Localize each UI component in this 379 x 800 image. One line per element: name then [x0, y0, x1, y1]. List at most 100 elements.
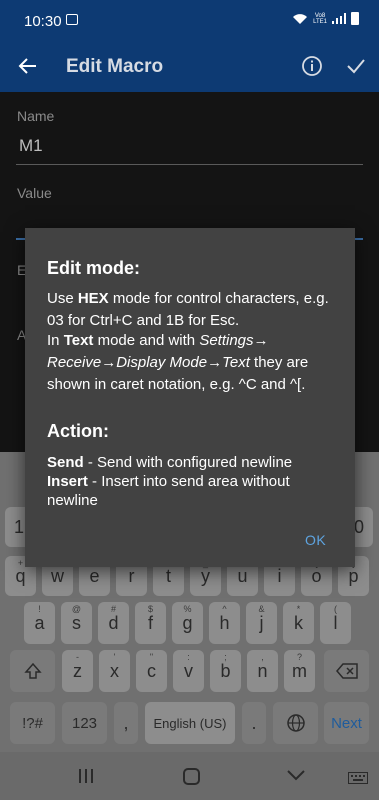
key-b-hint: ;: [224, 652, 227, 662]
key-h[interactable]: ^ h: [209, 602, 240, 644]
ok-button[interactable]: OK: [305, 532, 326, 548]
key-k-label: k: [294, 612, 303, 633]
key-b-label: b: [220, 660, 231, 681]
key-n-label: n: [257, 660, 268, 681]
name-label: Name: [17, 108, 55, 124]
key-f-label: f: [147, 612, 153, 633]
key-s-hint: @: [71, 604, 82, 614]
key-c-hint: ": [149, 652, 154, 662]
key-1-label: 1: [13, 516, 24, 537]
key-w-label: w: [51, 565, 64, 586]
edit-mode-heading: Edit mode:: [47, 258, 140, 278]
key-l-label: l: [333, 612, 338, 633]
recent-apps-icon[interactable]: [78, 768, 94, 784]
backspace-key[interactable]: [324, 650, 369, 692]
key-s[interactable]: @ s: [61, 602, 92, 644]
shift-icon: [23, 662, 42, 679]
home-icon[interactable]: [183, 768, 200, 785]
key-y-label: y: [201, 565, 210, 586]
key-b[interactable]: ; b: [210, 650, 241, 692]
key-u-label: u: [237, 565, 248, 586]
key-x-label: x: [110, 660, 119, 681]
key-r-label: r: [128, 565, 135, 586]
key-v[interactable]: :v: [173, 650, 204, 692]
key-d[interactable]: # d: [98, 602, 129, 644]
key-a-hint: !: [38, 604, 41, 614]
status-bar: 10:30 Vo8 LTE1: [0, 0, 379, 40]
key-k-hint: *: [296, 604, 301, 614]
key-t-label: t: [165, 565, 171, 586]
key-z[interactable]: -z: [62, 650, 93, 692]
key-s-label: s: [72, 612, 81, 633]
nav-bar: [0, 752, 379, 800]
key-c-label: c: [147, 660, 156, 681]
wifi-icon: [293, 13, 308, 24]
key-i-label: i: [277, 565, 282, 586]
back-arrow-icon[interactable]: [16, 54, 40, 78]
backspace-icon: [335, 663, 358, 679]
info-icon[interactable]: [300, 54, 324, 78]
key-a[interactable]: ! a: [24, 602, 55, 644]
send-term: Send: [47, 454, 84, 471]
key-a-label: a: [34, 612, 45, 633]
key-p-label: p: [348, 565, 359, 586]
key-v-label: v: [184, 660, 193, 681]
send-description: Send - Send with configured newline: [47, 453, 339, 472]
help-dialog: Edit mode: Use HEX mode for control char…: [25, 228, 355, 567]
key-h-label: h: [219, 612, 230, 633]
key-j-hint: &: [258, 604, 265, 614]
key-v-hint: :: [187, 652, 190, 662]
key-n[interactable]: ,n: [247, 650, 278, 692]
key-g[interactable]: % g: [172, 602, 203, 644]
key-j[interactable]: & j: [246, 602, 277, 644]
name-underline: [16, 164, 363, 165]
insert-term: Insert: [47, 473, 88, 490]
key-0-label: 0: [353, 516, 364, 537]
key-h-hint: ^: [222, 604, 227, 614]
key-x[interactable]: ' x: [99, 650, 130, 692]
key-z-hint: -: [76, 652, 79, 662]
insert-description: Insert - Insert into send area without n…: [47, 472, 339, 510]
key-k[interactable]: * k: [283, 602, 314, 644]
nav-back-icon[interactable]: [287, 769, 305, 781]
key-f[interactable]: $ f: [135, 602, 166, 644]
keyboard-icon[interactable]: [348, 772, 368, 784]
battery-icon: [351, 12, 359, 25]
key-x-hint: ': [113, 652, 116, 662]
app-bar: Edit Macro: [0, 40, 379, 92]
key-d-hint: #: [110, 604, 116, 614]
edit-mode-text-1: Use HEX mode for control characters, e.g…: [47, 288, 339, 332]
key-z-label: z: [73, 660, 82, 681]
key-m[interactable]: ? m: [284, 650, 315, 692]
check-icon[interactable]: [344, 54, 368, 78]
gallery-notification-icon: [66, 14, 78, 25]
send-desc: - Send with configured newline: [83, 454, 293, 471]
key-d-label: d: [108, 612, 119, 633]
key-c[interactable]: " c: [136, 650, 167, 692]
edit-p2-b: mode and with: [93, 332, 200, 349]
key-l-hint: (: [334, 604, 337, 614]
key-g-label: g: [182, 612, 193, 633]
globe-icon: [286, 714, 305, 732]
edit-p1-a: Use: [47, 290, 78, 307]
value-label: Value: [17, 185, 52, 201]
symbols-key[interactable]: !?#: [10, 702, 55, 744]
status-time: 10:30: [24, 13, 62, 30]
lte-label: Vo8 LTE1: [313, 13, 327, 25]
key-f-hint: $: [147, 604, 153, 614]
name-field[interactable]: M1: [19, 136, 43, 156]
numbers-key[interactable]: 123: [62, 702, 107, 744]
key-g-hint: %: [183, 604, 192, 614]
next-key[interactable]: Next: [324, 702, 369, 744]
key-l[interactable]: (l: [320, 602, 351, 644]
signal-icon: [332, 13, 346, 24]
period-key[interactable]: .: [242, 702, 266, 744]
space-key[interactable]: English (US): [145, 702, 235, 744]
lte-top-text: Vo8: [314, 12, 326, 19]
shift-key[interactable]: [10, 650, 55, 692]
language-key[interactable]: [273, 702, 318, 744]
key-e-label: e: [89, 565, 100, 586]
comma-key[interactable]: ,: [114, 702, 138, 744]
key-o-label: o: [311, 565, 322, 586]
key-q-label: q: [15, 565, 26, 586]
